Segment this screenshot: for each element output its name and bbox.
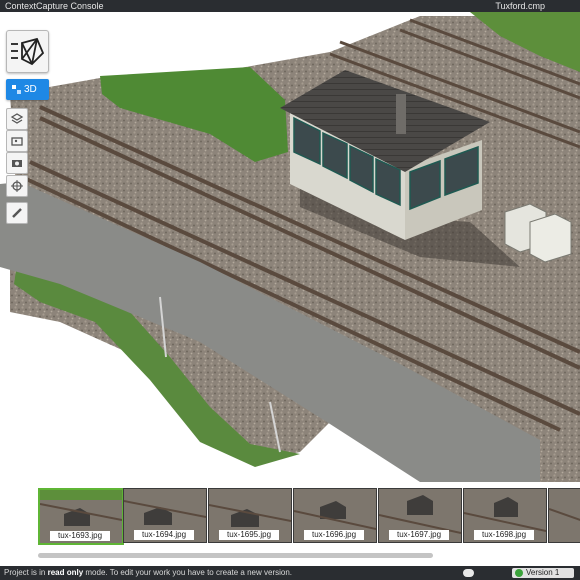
- 3d-viewport[interactable]: 3D: [0, 12, 580, 482]
- layers-icon: [10, 113, 24, 124]
- status-bar: Project is in read only mode. To edit yo…: [0, 566, 580, 580]
- reality-mesh-scene[interactable]: [0, 12, 580, 482]
- relay-cabinet: [529, 213, 572, 263]
- app-title: ContextCapture Console: [5, 1, 104, 11]
- layers-tool-button[interactable]: [6, 108, 28, 130]
- camera-icon: [12, 160, 22, 167]
- photo-filmstrip: tux-1693.jpg tux-1694.jpg tux-1695.jpg t…: [0, 482, 580, 566]
- photos-tool-button[interactable]: [6, 130, 28, 152]
- photo-thumbnail[interactable]: tux-1697.jpg: [378, 488, 462, 543]
- ruler-pencil-icon: [12, 208, 22, 218]
- camera-tool-button[interactable]: [6, 152, 28, 174]
- navigate-tool-button[interactable]: [6, 175, 28, 197]
- version-badge[interactable]: Version 1: [512, 568, 574, 578]
- photo-thumbnail[interactable]: tux-1693.jpg: [38, 488, 124, 545]
- project-filename: Tuxford.cmp: [495, 1, 545, 11]
- photo-filename: tux-1695.jpg: [219, 530, 279, 540]
- view-mode-3d-button[interactable]: 3D: [6, 79, 49, 100]
- view-mode-label: 3D: [24, 84, 37, 95]
- photo-preview: [549, 489, 580, 542]
- status-message-prefix: Project is in: [4, 568, 48, 577]
- photo-filename: tux-1698.jpg: [474, 530, 534, 540]
- photo-filename: tux-1693.jpg: [50, 531, 110, 541]
- photo-thumbnail[interactable]: tux-1698.jpg: [463, 488, 547, 543]
- check-circle-icon: [515, 569, 523, 577]
- photo-filename: tux-1694.jpg: [134, 530, 194, 540]
- menu-button[interactable]: [6, 30, 49, 73]
- photos-icon: [11, 137, 23, 146]
- photo-thumbnail[interactable]: tux-1695.jpg: [208, 488, 292, 543]
- photo-thumbnail[interactable]: [548, 488, 580, 543]
- filmstrip-scrollbar[interactable]: [38, 553, 433, 558]
- photo-filename: tux-1696.jpg: [304, 530, 364, 540]
- title-bar: ContextCapture Console Tuxford.cmp: [0, 0, 580, 12]
- photo-thumbnail[interactable]: tux-1696.jpg: [293, 488, 377, 543]
- chat-bubble-icon[interactable]: [463, 569, 474, 577]
- move-crosshair-icon: [11, 180, 23, 192]
- status-message-suffix: mode. To edit your work you have to crea…: [83, 568, 293, 577]
- status-message-mode: read only: [47, 568, 84, 577]
- photo-filename: tux-1697.jpg: [389, 530, 449, 540]
- version-label: Version 1: [526, 568, 560, 577]
- photo-thumbnail[interactable]: tux-1694.jpg: [123, 488, 207, 543]
- chimney: [396, 94, 406, 134]
- cube-icon: [12, 85, 21, 94]
- measure-tool-button[interactable]: [6, 202, 28, 224]
- status-message: Project is in read only mode. To edit yo…: [4, 566, 292, 580]
- network-graph-icon: [11, 37, 45, 66]
